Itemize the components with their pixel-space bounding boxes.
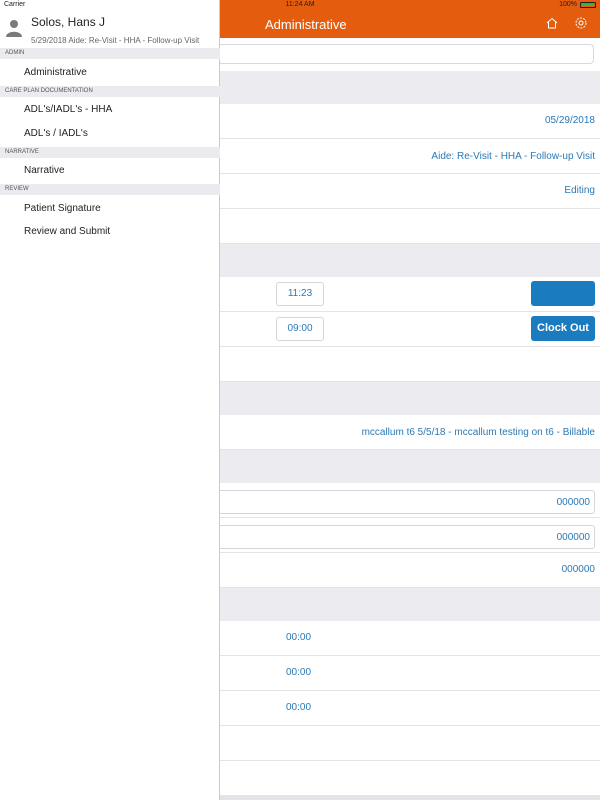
home-icon[interactable] [545, 16, 559, 30]
time-in-row: 11:23 [220, 277, 600, 312]
patient-header: Solos, Hans J 5/29/2018 Aide: Re-Visit -… [0, 11, 220, 47]
visit-type-row[interactable]: Aide: Re-Visit - HHA - Follow-up Visit [220, 139, 600, 174]
menu-item-narrative[interactable]: Narrative [24, 165, 65, 176]
patient-name: Solos, Hans J [31, 15, 106, 29]
person-icon [6, 20, 22, 37]
time-in-field[interactable]: 11:23 [276, 282, 324, 306]
visit-type-value: Aide: Re-Visit - HHA - Follow-up Visit [431, 151, 595, 162]
status-value: Editing [564, 185, 595, 196]
battery-status: 100% [559, 1, 596, 8]
menu-item-adls[interactable]: ADL's / IADL's [24, 128, 88, 139]
battery-icon [580, 1, 596, 8]
time-out-field[interactable]: 09:00 [276, 317, 324, 341]
side-menu: Solos, Hans J 5/29/2018 Aide: Re-Visit -… [0, 0, 220, 800]
empty-row [220, 209, 600, 244]
billing-value: mccallum t6 5/5/18 - mccallum testing on… [361, 427, 595, 438]
number-value-2: 000000 [556, 532, 590, 543]
gear-icon[interactable] [574, 16, 588, 30]
number-value-1: 000000 [556, 497, 590, 508]
time-out-row: 09:00 Clock Out [220, 312, 600, 347]
number-input-1[interactable]: 000000 [218, 490, 595, 514]
bottom-band [220, 795, 600, 800]
duration-row-2[interactable]: 00:00 [220, 656, 600, 691]
clock-out-button[interactable]: Clock Out [531, 316, 595, 341]
menu-item-administrative[interactable]: Administrative [24, 67, 87, 78]
billing-row[interactable]: mccallum t6 5/5/18 - mccallum testing on… [220, 415, 600, 450]
number-row-1: 000000 [218, 483, 600, 518]
search-row [218, 38, 600, 71]
section-band [220, 588, 600, 621]
menu-item-patient-signature[interactable]: Patient Signature [24, 203, 101, 214]
duration-value-1: 00:00 [286, 632, 312, 643]
section-band [220, 450, 600, 483]
status-row[interactable]: Editing [220, 174, 600, 209]
patient-visit: 5/29/2018 Aide: Re-Visit - HHA - Follow-… [31, 36, 200, 45]
number-row-2: 000000 [218, 518, 600, 553]
section-band [220, 71, 600, 104]
menu-section-admin: ADMIN [0, 48, 220, 59]
menu-item-review-submit[interactable]: Review and Submit [24, 226, 110, 237]
empty-row [220, 726, 600, 761]
section-band [220, 382, 600, 415]
number-value-3: 000000 [561, 564, 595, 575]
number-row-3[interactable]: 000000 [220, 553, 600, 588]
search-input[interactable] [218, 44, 594, 64]
menu-section-care-plan: CARE PLAN DOCUMENTATION [0, 86, 220, 97]
menu-item-adls-hha[interactable]: ADL's/IADL's - HHA [24, 104, 112, 115]
empty-row [220, 761, 600, 796]
clock-label: 11:24 AM [285, 1, 315, 8]
empty-row [220, 347, 600, 382]
number-input-2[interactable]: 000000 [218, 525, 595, 549]
visit-date-row[interactable]: 05/29/2018 [220, 104, 600, 139]
battery-percent: 100% [559, 1, 577, 8]
duration-row-3[interactable]: 00:00 [220, 691, 600, 726]
status-bar: Carrier 11:24 AM 100% [0, 0, 600, 11]
page-title: Administrative [265, 17, 347, 32]
duration-value-3: 00:00 [286, 702, 312, 713]
menu-section-narrative: NARRATIVE [0, 147, 220, 158]
duration-value-2: 00:00 [286, 667, 312, 678]
clock-in-button[interactable] [531, 281, 595, 306]
section-band [220, 244, 600, 277]
visit-date-value: 05/29/2018 [544, 115, 595, 126]
content-area: 05/29/2018 Aide: Re-Visit - HHA - Follow… [218, 38, 600, 800]
duration-row-1[interactable]: 00:00 [220, 621, 600, 656]
menu-section-review: REVIEW [0, 184, 220, 195]
